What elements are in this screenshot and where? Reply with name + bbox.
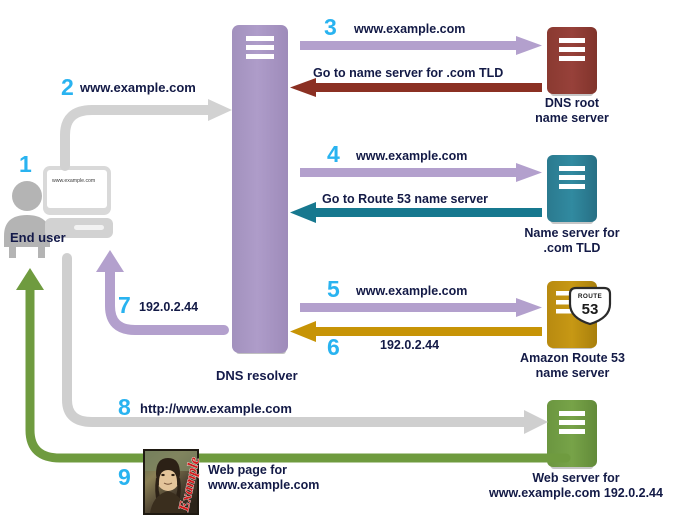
tld-server-label-line1: Name server for	[524, 226, 620, 240]
svg-text:ROUTE: ROUTE	[578, 293, 603, 300]
step-4-message: www.example.com	[356, 149, 468, 163]
arrow-step-2	[60, 99, 232, 171]
dns-root-server-icon	[547, 27, 597, 96]
step-8-message: http://www.example.com	[140, 401, 292, 416]
route53-server-label-line1: Amazon Route 53	[520, 351, 625, 365]
web-page-label: Web page for www.example.com	[208, 463, 319, 493]
web-page-label-line1: Web page for	[208, 463, 287, 477]
step-3-message: www.example.com	[354, 22, 466, 36]
web-server-label: Web server for www.example.com 192.0.2.4…	[476, 471, 676, 501]
end-user-label: End user	[10, 230, 66, 245]
step-number-8: 8	[118, 394, 131, 420]
dns-resolver-icon	[232, 25, 288, 354]
route53-server-label-line2: name server	[535, 366, 610, 380]
computer-screen-url: www.example.com	[52, 178, 96, 184]
step-number-6: 6	[327, 334, 340, 360]
route53-name-server-icon: ROUTE 53	[547, 281, 612, 349]
route53-server-label: Amazon Route 53 name server	[505, 351, 640, 381]
step-2-message: www.example.com	[80, 80, 196, 95]
step-5-message: www.example.com	[356, 284, 468, 298]
arrow-step-3	[300, 36, 542, 55]
web-server-label-line2: www.example.com 192.0.2.44	[489, 486, 663, 500]
arrow-step-7	[96, 250, 229, 335]
step-number-2: 2	[61, 74, 74, 100]
step-number-3: 3	[324, 14, 337, 40]
step-number-9: 9	[118, 464, 131, 490]
step-number-7: 7	[118, 292, 131, 318]
web-page-thumbnail-icon: Example	[143, 449, 204, 515]
svg-text:53: 53	[582, 301, 599, 318]
computer-icon	[43, 166, 113, 238]
dns-root-server-label-line2: name server	[535, 111, 609, 125]
step-number-5: 5	[327, 276, 340, 302]
dns-resolution-diagram: ROUTE 53 Example 1 2 3 4 5 6 7 8 9 www.e…	[0, 0, 680, 520]
dns-resolver-label: DNS resolver	[216, 368, 298, 383]
step-6-message: 192.0.2.44	[380, 338, 440, 352]
step-7-message: 192.0.2.44	[139, 300, 199, 314]
tld-server-label: Name server for .com TLD	[512, 226, 632, 256]
dns-root-server-label-line1: DNS root	[544, 96, 600, 110]
web-server-label-line1: Web server for	[532, 471, 620, 485]
tld-name-server-icon	[547, 155, 597, 224]
tld-reply-message: Go to Route 53 name server	[322, 192, 489, 206]
dns-root-server-label: DNS root name server	[512, 96, 632, 126]
arrow-step-9	[16, 268, 571, 463]
step-number-1: 1	[19, 151, 32, 177]
root-reply-message: Go to name server for .com TLD	[313, 66, 504, 80]
web-page-label-line2: www.example.com	[208, 478, 320, 492]
arrow-root-reply	[290, 78, 542, 97]
tld-server-label-line2: .com TLD	[543, 241, 601, 255]
step-number-4: 4	[327, 141, 340, 167]
